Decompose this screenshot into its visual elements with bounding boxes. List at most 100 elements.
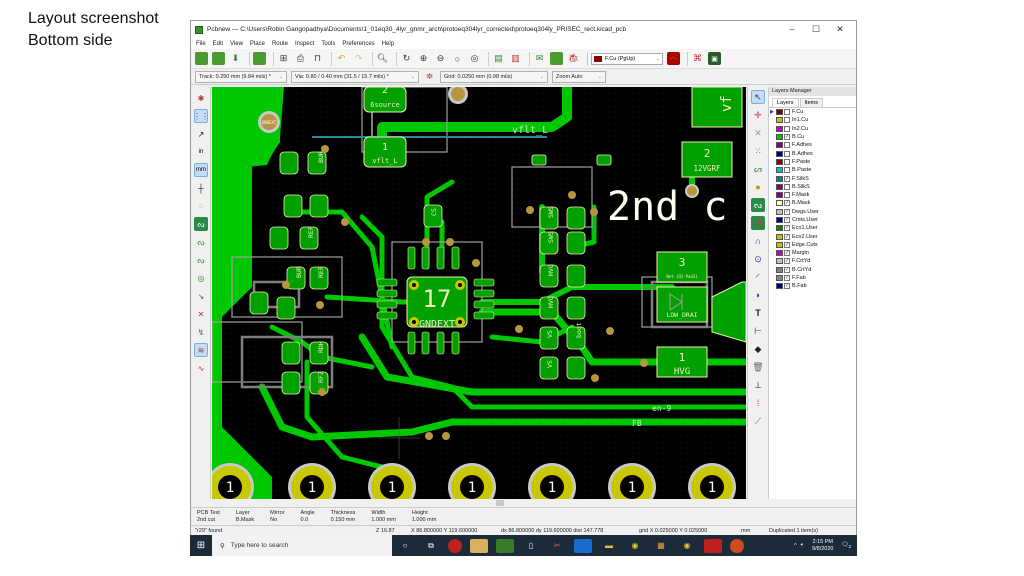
pcb-layout[interactable]: 2 6source 1 vflt_L 2 12VGRF vf 3 Net-(Q1-Pad… — [212, 87, 746, 499]
tab-layers[interactable]: Layers — [772, 98, 799, 107]
layer-visibility-checkbox[interactable]: ✓ — [784, 283, 790, 290]
keepout-icon[interactable]: ⊘ — [751, 216, 765, 230]
layer-color-swatch[interactable] — [776, 225, 783, 232]
app-file-icon[interactable]: ▯ — [522, 539, 540, 553]
layer-row[interactable]: F.Adhes — [769, 141, 856, 149]
layer-row[interactable]: ✓ Dwgs.User — [769, 208, 856, 216]
menu-help[interactable]: Help — [382, 41, 394, 47]
layer-row[interactable]: ✓ B.Fab — [769, 282, 856, 290]
add-polygon-icon[interactable]: ◗ — [751, 288, 765, 302]
layer-visibility-checkbox[interactable]: ✓ — [784, 250, 790, 257]
add-zone-icon[interactable]: ᔓ — [751, 198, 765, 212]
drill-origin-icon[interactable]: ⊥ — [751, 378, 765, 392]
via-sketch-icon[interactable]: ↘ — [194, 289, 208, 303]
layer-color-swatch[interactable] — [776, 158, 783, 165]
ratsnest-icon[interactable]: ⁘ — [194, 199, 208, 213]
windows-start-icon[interactable]: ⊞ — [190, 535, 212, 556]
add-footprint-icon[interactable]: ⁙ — [751, 144, 765, 158]
menu-route[interactable]: Route — [272, 41, 288, 47]
volume-icon[interactable]: 🔈︎ — [801, 542, 804, 549]
layer-visibility-checkbox[interactable]: ✓ — [784, 175, 790, 182]
tab-items[interactable]: Items — [799, 98, 823, 107]
layer-color-swatch[interactable] — [776, 275, 783, 282]
grid-origin-icon[interactable]: ⁞ — [751, 396, 765, 410]
microwave-icon[interactable]: ∿ — [194, 361, 208, 375]
delete-icon[interactable]: 🗑︎ — [751, 360, 765, 374]
layer-color-swatch[interactable] — [776, 233, 783, 240]
layer-visibility-checkbox[interactable] — [784, 125, 790, 132]
close-button[interactable]: ✕ — [828, 21, 852, 38]
layer-visibility-checkbox[interactable]: ✓ — [784, 200, 790, 207]
app-explorer-icon[interactable]: ▬ — [600, 539, 618, 553]
scripting-icon[interactable]: ⌘ — [691, 52, 704, 65]
track-sketch-icon[interactable]: ✕ — [194, 307, 208, 321]
tray-chevron-icon[interactable]: ^ — [794, 543, 797, 549]
layer-visibility-checkbox[interactable]: ✓ — [784, 241, 790, 248]
netlist-icon[interactable]: ✉ — [533, 52, 546, 65]
layer-color-swatch[interactable] — [776, 109, 783, 116]
clock[interactable]: 2:15 PM 9/8/2020 — [812, 539, 833, 553]
zone-fill-icon[interactable]: ᔓ — [194, 217, 208, 231]
auto-track-width-icon[interactable]: ≑ — [423, 70, 436, 83]
taskbar-search[interactable]: ⚲ Type here to search — [212, 535, 392, 556]
layer-visibility-checkbox[interactable] — [784, 192, 790, 199]
add-dimension-icon[interactable]: ⊢ — [751, 324, 765, 338]
minimize-button[interactable]: – — [780, 21, 804, 38]
app-store-icon[interactable]: ▦ — [652, 539, 670, 553]
app-sw-icon[interactable] — [448, 538, 462, 553]
layer-color-swatch[interactable] — [776, 117, 783, 124]
footprint-browser-icon[interactable]: ▥ — [509, 52, 522, 65]
layer-visibility-checkbox[interactable] — [784, 158, 790, 165]
plot-icon[interactable]: ⊓ — [311, 52, 324, 65]
menu-file[interactable]: File — [196, 41, 206, 47]
layer-row[interactable]: ✓ B.CrtYd — [769, 266, 856, 274]
refresh-icon[interactable]: ↻ — [400, 52, 413, 65]
layer-color-swatch[interactable] — [776, 150, 783, 157]
maximize-button[interactable]: ☐ — [804, 21, 828, 38]
add-target-icon[interactable]: ◆ — [751, 342, 765, 356]
add-circle-icon[interactable]: ⊙ — [751, 252, 765, 266]
zoom-select[interactable]: Zoom Auto ⌄ — [552, 70, 606, 83]
layer-row[interactable]: F.Paste — [769, 158, 856, 166]
layer-color-swatch[interactable] — [776, 266, 783, 273]
layer-pair-icon[interactable]: -ᐩ- — [667, 52, 680, 65]
high-contrast-icon[interactable]: ↯ — [194, 325, 208, 339]
layer-color-swatch[interactable] — [776, 183, 783, 190]
app-acrobat-icon[interactable] — [704, 538, 722, 553]
layer-row[interactable]: ✓ F.SilkS — [769, 174, 856, 182]
layer-row[interactable]: In2.Cu — [769, 125, 856, 133]
drc-marker-icon[interactable]: ✱ — [194, 91, 208, 105]
layer-row[interactable]: ✓ B.Cu — [769, 133, 856, 141]
menu-place[interactable]: Place — [250, 41, 265, 47]
track-width-select[interactable]: Track: 0.250 mm (9.84 mils) * ⌄ — [195, 70, 287, 83]
millimeters-icon[interactable]: mm — [194, 163, 208, 177]
layer-visibility-checkbox[interactable] — [784, 142, 790, 149]
layer-row[interactable]: ✓ Margin — [769, 249, 856, 257]
save-icon[interactable]: ⬇ — [229, 52, 242, 65]
select-tool-icon[interactable]: ↖ — [751, 90, 765, 104]
layer-color-swatch[interactable] — [776, 283, 783, 290]
pcb-canvas[interactable]: 2 6source 1 vflt_L 2 12VGRF vf 3 Net-(Q1-Pad… — [212, 87, 746, 499]
layer-color-swatch[interactable] — [776, 217, 783, 223]
zoom-fit-icon[interactable]: ○ — [451, 52, 464, 65]
layer-visibility-checkbox[interactable]: ✓ — [784, 275, 790, 282]
layer-row[interactable]: ✓ Eco2.User — [769, 232, 856, 240]
layer-row[interactable]: ✓ F.Fab — [769, 274, 856, 282]
layer-row[interactable]: B.SilkS — [769, 183, 856, 191]
layer-visibility-checkbox[interactable]: ✓ — [784, 233, 790, 240]
notifications-icon[interactable]: 🗨︎2 — [841, 542, 851, 549]
update-pcb-icon[interactable] — [550, 52, 563, 65]
cortana-icon[interactable]: ○ — [396, 539, 414, 553]
menu-view[interactable]: View — [230, 41, 243, 47]
board-setup-icon[interactable]: ⊞ — [277, 52, 290, 65]
layer-color-swatch[interactable] — [776, 192, 783, 199]
footprint-editor-icon[interactable]: ▤ — [492, 52, 505, 65]
layer-visibility-checkbox[interactable]: ✓ — [784, 225, 790, 232]
zone-outline-icon[interactable]: ᔓ — [194, 235, 208, 249]
layer-visibility-checkbox[interactable]: ✓ — [784, 266, 790, 273]
layer-visibility-checkbox[interactable]: ✓ — [784, 208, 790, 215]
app-eeschema-icon[interactable] — [470, 538, 488, 553]
layer-color-swatch[interactable] — [776, 200, 783, 207]
layer-visibility-checkbox[interactable]: ✓ — [784, 217, 790, 223]
layer-row[interactable]: ✓ Edge.Cuts — [769, 241, 856, 249]
